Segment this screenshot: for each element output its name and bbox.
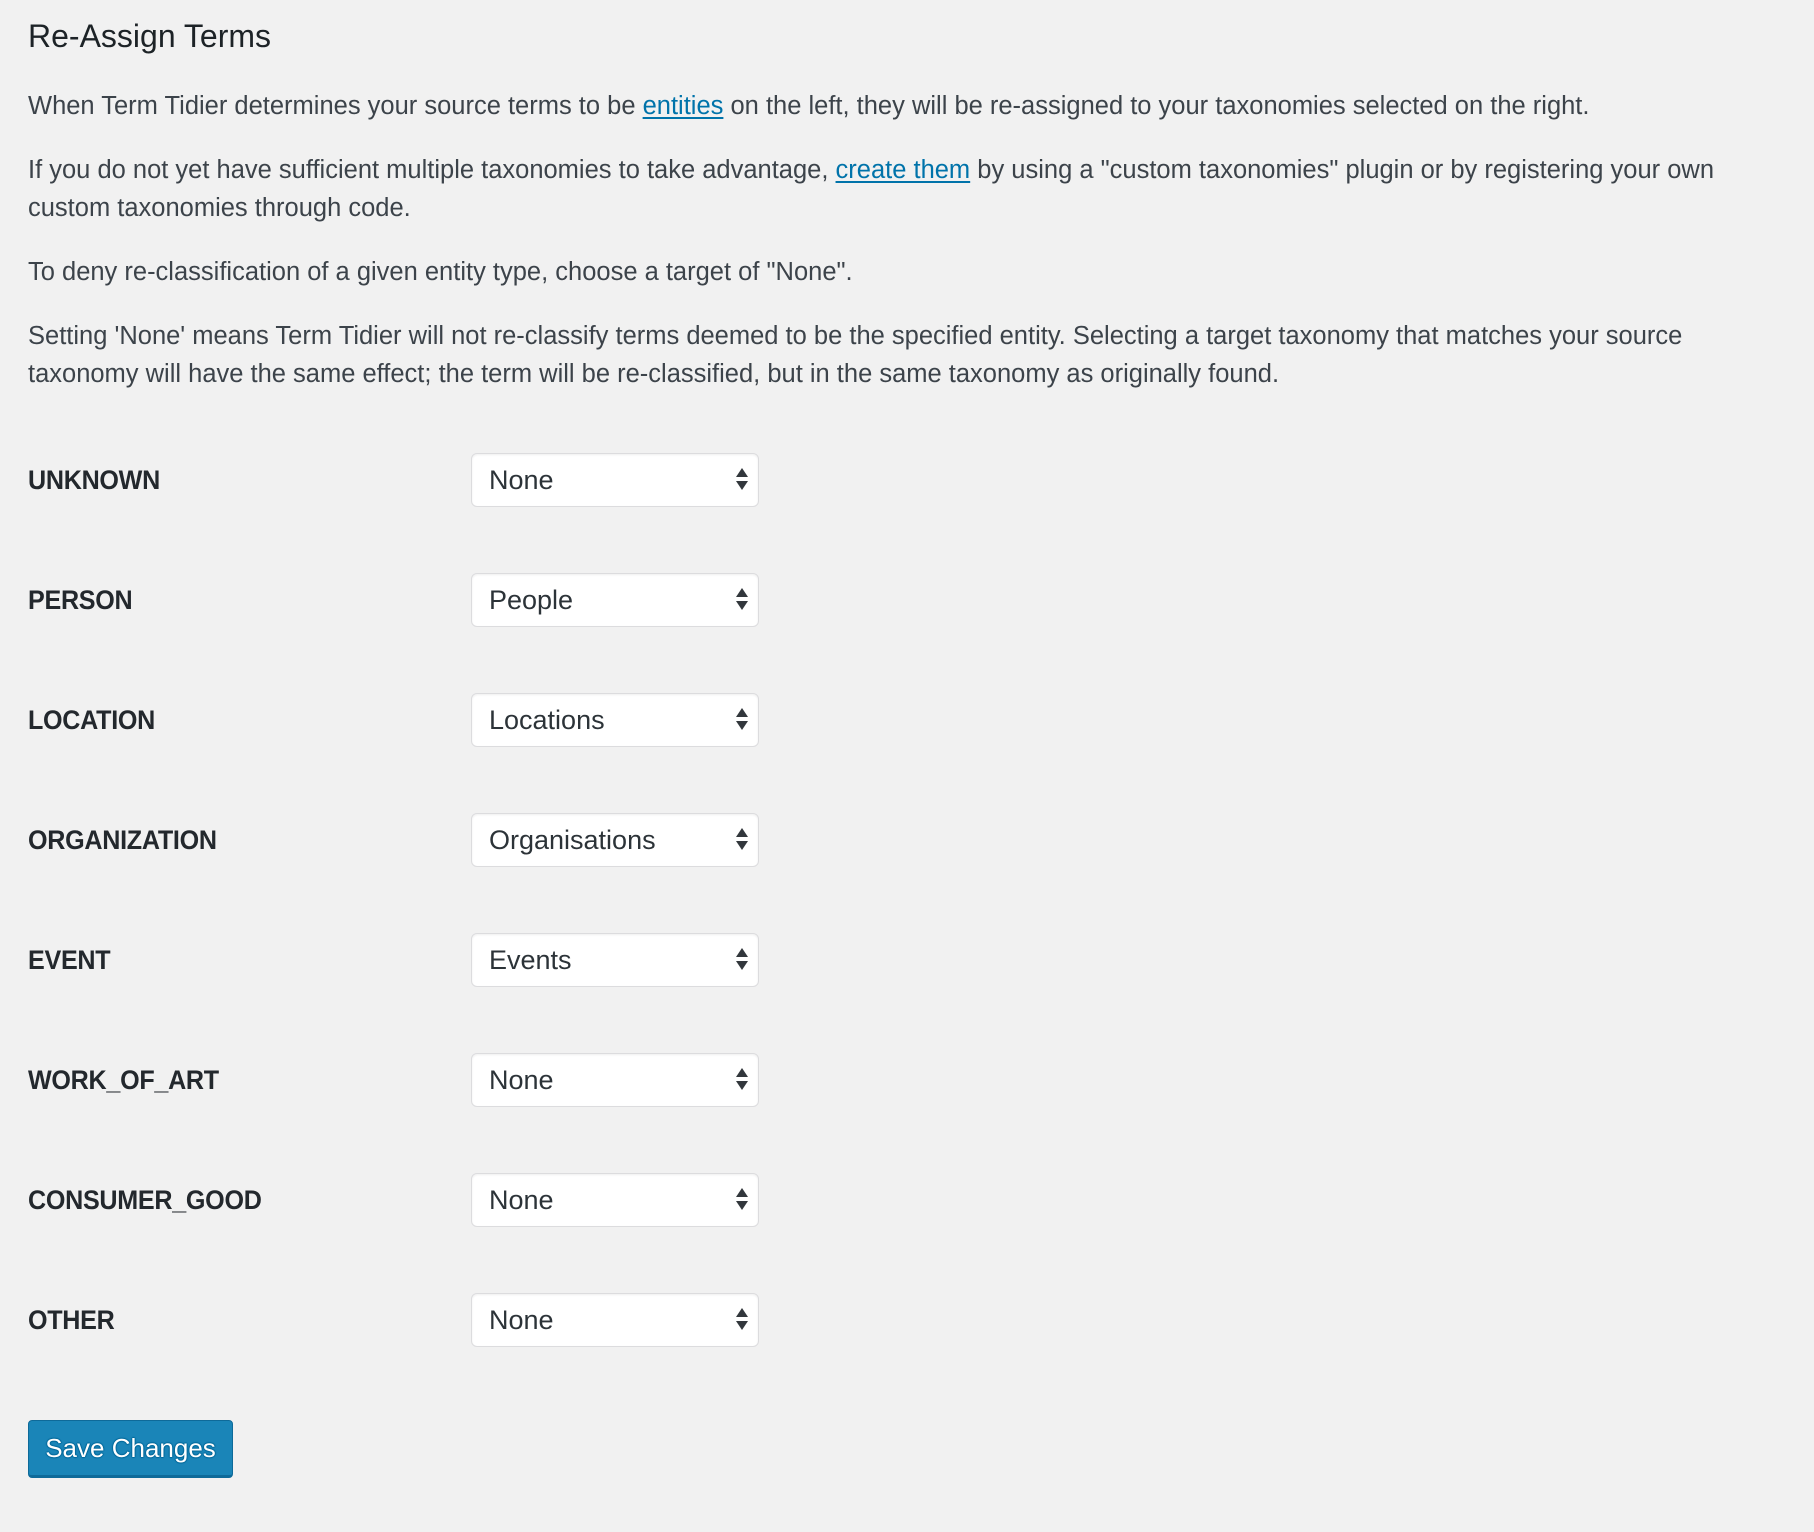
intro-paragraph-deny: To deny re-classification of a given ent… — [28, 253, 853, 291]
intro-line: When Term Tidier determines your source … — [28, 87, 1589, 125]
intro-line: Setting 'None' means Term Tidier will no… — [28, 322, 1683, 350]
entity-label: UNKNOWN — [28, 465, 160, 495]
entities-link[interactable]: entities — [643, 92, 724, 120]
target-taxonomy-select-other[interactable]: None — [471, 1293, 759, 1347]
intro-line: taxonomy will have the same effect; the … — [28, 360, 1280, 388]
selected-value: People — [489, 585, 574, 615]
intro-line: If you do not yet have sufficient multip… — [28, 151, 1714, 189]
entity-label: CONSUMER_GOOD — [28, 1185, 262, 1215]
mapping-row-event: EVENT Events — [0, 933, 900, 987]
intro-line: custom taxonomies through code. — [28, 194, 411, 222]
select-arrows-icon — [735, 1188, 749, 1212]
target-taxonomy-select-location[interactable]: Locations — [471, 693, 759, 747]
selected-value: None — [489, 1185, 554, 1215]
selected-value: Events — [489, 945, 572, 975]
text: When Term Tidier determines your source … — [28, 92, 643, 120]
target-taxonomy-select-consumer-good[interactable]: None — [471, 1173, 759, 1227]
entity-label: LOCATION — [28, 705, 156, 735]
mapping-row-location: LOCATION Locations — [0, 693, 900, 747]
intro-paragraph-entities: When Term Tidier determines your source … — [28, 87, 1589, 125]
text: by using a "custom taxonomies" plugin or… — [970, 156, 1714, 184]
target-taxonomy-select-event[interactable]: Events — [471, 933, 759, 987]
entity-label: EVENT — [28, 945, 111, 975]
target-taxonomy-select-organization[interactable]: Organisations — [471, 813, 759, 867]
selected-value: Organisations — [489, 825, 656, 855]
create-them-link[interactable]: create them — [836, 156, 971, 184]
intro-line: To deny re-classification of a given ent… — [28, 258, 853, 286]
text: If you do not yet have sufficient multip… — [28, 156, 836, 184]
entity-label: PERSON — [28, 585, 133, 615]
entity-label: ORGANIZATION — [28, 825, 217, 855]
selected-value: None — [489, 1305, 554, 1335]
mapping-row-organization: ORGANIZATION Organisations — [0, 813, 900, 867]
select-arrows-icon — [735, 1308, 749, 1332]
select-arrows-icon — [735, 948, 749, 972]
mapping-row-unknown: UNKNOWN None — [0, 453, 900, 507]
intro-paragraph-none-explanation: Setting 'None' means Term Tidier will no… — [28, 317, 1682, 393]
save-changes-button[interactable]: Save Changes — [28, 1420, 233, 1478]
target-taxonomy-select-unknown[interactable]: None — [471, 453, 759, 507]
selected-value: None — [489, 465, 554, 495]
mapping-row-consumer-good: CONSUMER_GOOD None — [0, 1173, 900, 1227]
entity-label: OTHER — [28, 1305, 115, 1335]
select-arrows-icon — [735, 828, 749, 852]
selected-value: Locations — [489, 705, 605, 735]
mapping-row-work-of-art: WORK_OF_ART None — [0, 1053, 900, 1107]
select-arrows-icon — [735, 588, 749, 612]
mapping-row-other: OTHER None — [0, 1293, 900, 1347]
mapping-row-person: PERSON People — [0, 573, 900, 627]
target-taxonomy-select-work-of-art[interactable]: None — [471, 1053, 759, 1107]
select-arrows-icon — [735, 1068, 749, 1092]
select-arrows-icon — [735, 468, 749, 492]
intro-paragraph-create-taxonomies: If you do not yet have sufficient multip… — [28, 151, 1714, 227]
target-taxonomy-select-person[interactable]: People — [471, 573, 759, 627]
text: on the left, they will be re-assigned to… — [723, 92, 1590, 120]
selected-value: None — [489, 1065, 554, 1095]
page-title: Re-Assign Terms — [28, 18, 272, 54]
entity-label: WORK_OF_ART — [28, 1065, 219, 1095]
select-arrows-icon — [735, 708, 749, 732]
